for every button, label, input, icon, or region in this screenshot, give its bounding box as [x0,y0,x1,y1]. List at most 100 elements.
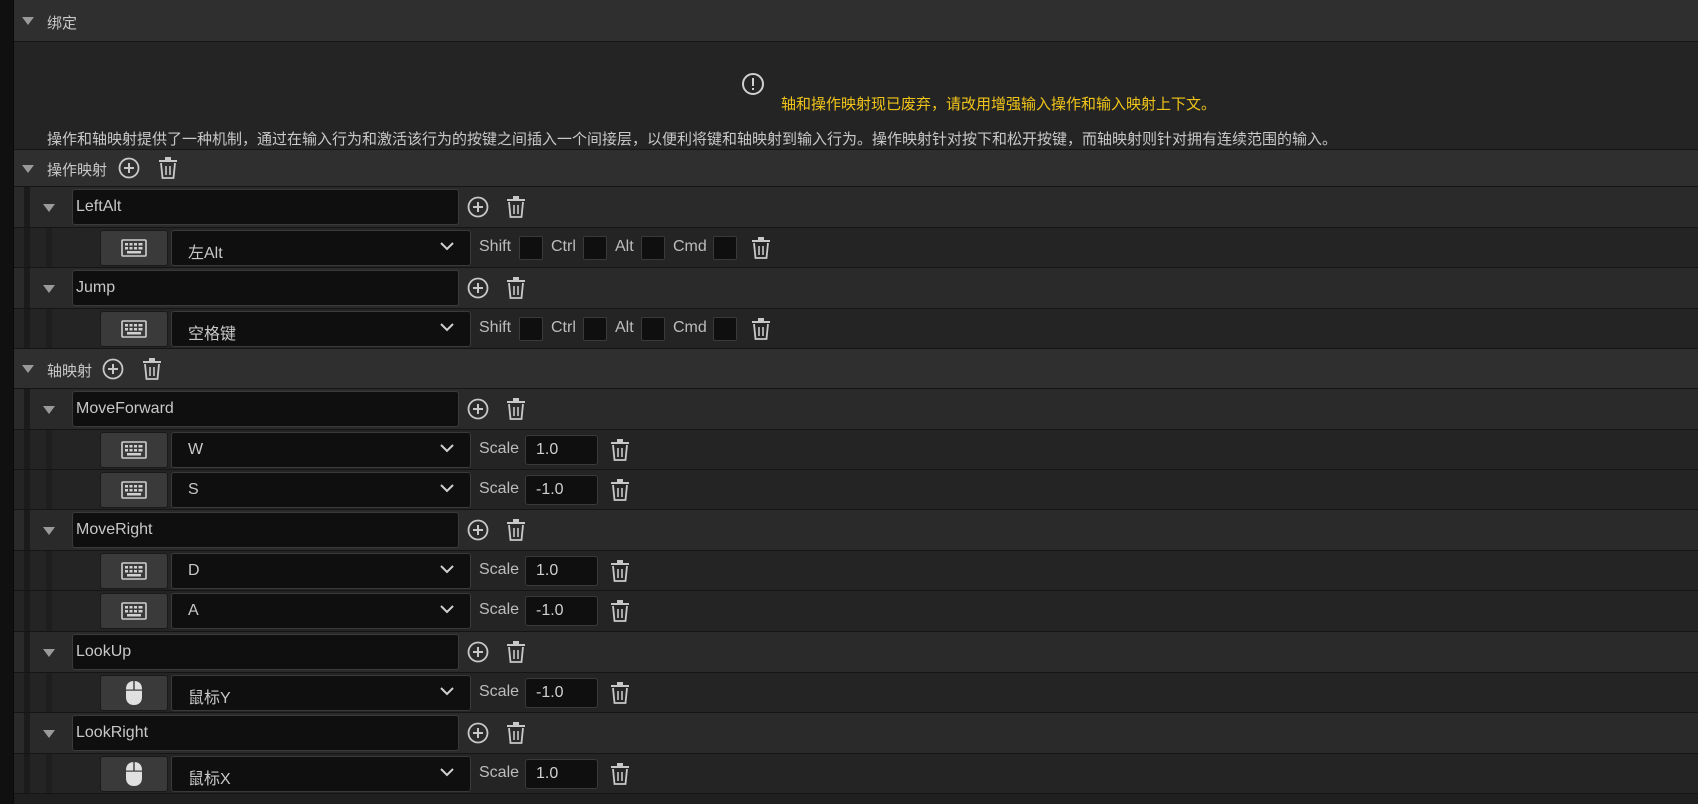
collapse-arrow-icon[interactable] [43,406,55,414]
collapse-arrow-icon[interactable] [43,527,55,535]
key-capture-button[interactable] [100,553,168,589]
key-select-value: 鼠标X [188,771,231,788]
shift-checkbox[interactable] [519,317,543,341]
scale-label: Scale [479,764,520,781]
axis-mappings-header[interactable]: 轴映射 [14,349,1698,389]
ctrl-checkbox[interactable] [583,317,607,341]
key-select-dropdown[interactable]: D [171,553,471,589]
axis-mapping-row: MoveRight [14,510,1698,551]
cmd-checkbox[interactable] [713,317,737,341]
mouse-icon [126,762,142,786]
keyboard-icon [121,602,147,620]
key-capture-button[interactable] [100,230,168,266]
plus-circle-icon [467,641,489,663]
indent-guide [24,632,30,672]
delete-mapping-button[interactable] [503,720,529,746]
plus-circle-icon [467,722,489,744]
delete-key-button[interactable] [607,761,633,787]
delete-key-button[interactable] [607,598,633,624]
collapse-arrow-icon[interactable] [43,285,55,293]
chevron-down-icon [440,444,454,453]
delete-key-button[interactable] [607,558,633,584]
ctrl-checkbox[interactable] [583,236,607,260]
action-name-field[interactable]: LeftAlt [72,189,459,225]
key-select-dropdown[interactable]: W [171,432,471,468]
scale-label: Scale [479,683,520,700]
key-capture-button[interactable] [100,756,168,792]
action-name-field[interactable]: Jump [72,270,459,306]
delete-all-action-mappings-button[interactable] [155,155,181,181]
key-select-dropdown[interactable]: S [171,472,471,508]
indent-guide [24,551,30,590]
alt-checkbox[interactable] [641,236,665,260]
collapse-arrow-icon[interactable] [43,204,55,212]
action-mappings-title: 操作映射 [47,162,108,179]
collapse-arrow-icon[interactable] [43,649,55,657]
delete-mapping-button[interactable] [503,396,529,422]
delete-key-button[interactable] [748,316,774,342]
key-select-dropdown[interactable]: 左Alt [171,230,471,266]
add-key-button[interactable] [465,396,491,422]
indent-guide [24,591,30,631]
delete-key-button[interactable] [748,235,774,261]
action-key-row: 空格键 Shift Ctrl Alt Cmd [14,309,1698,349]
scale-input[interactable]: -1.0 [525,596,598,626]
scale-input[interactable]: 1.0 [525,556,598,586]
add-axis-mapping-button[interactable] [100,356,126,382]
delete-mapping-button[interactable] [503,639,529,665]
plus-circle-icon [467,398,489,420]
delete-mapping-button[interactable] [503,194,529,220]
axis-mappings-title: 轴映射 [47,363,93,380]
scale-input[interactable]: 1.0 [525,435,598,465]
delete-key-button[interactable] [607,437,633,463]
key-select-dropdown[interactable]: 鼠标Y [171,675,471,711]
collapse-arrow-icon[interactable] [43,730,55,738]
add-key-button[interactable] [465,720,491,746]
left-gutter [0,0,14,804]
delete-mapping-button[interactable] [503,275,529,301]
axis-name-field[interactable]: LookRight [72,715,459,751]
key-select-dropdown[interactable]: A [171,593,471,629]
axis-name-field[interactable]: LookUp [72,634,459,670]
key-capture-button[interactable] [100,432,168,468]
collapse-arrow-icon[interactable] [22,165,34,173]
plus-circle-icon [467,519,489,541]
add-key-button[interactable] [465,194,491,220]
key-select-dropdown[interactable]: 空格键 [171,311,471,347]
modifier-label-cmd: Cmd [673,319,707,336]
key-capture-button[interactable] [100,472,168,508]
scale-input[interactable]: -1.0 [525,475,598,505]
trash-icon [507,277,525,299]
indent-guide [46,470,52,509]
delete-key-button[interactable] [607,477,633,503]
key-capture-button[interactable] [100,311,168,347]
indent-guide [24,470,30,509]
key-select-value: S [188,481,199,498]
trash-icon [507,641,525,663]
key-select-dropdown[interactable]: 鼠标X [171,756,471,792]
delete-key-button[interactable] [607,680,633,706]
add-action-mapping-button[interactable] [116,155,142,181]
bindings-category-header[interactable]: 绑定 [14,0,1698,42]
shift-checkbox[interactable] [519,236,543,260]
modifier-label-cmd: Cmd [673,238,707,255]
collapse-arrow-icon[interactable] [22,365,34,373]
add-key-button[interactable] [465,517,491,543]
add-key-button[interactable] [465,275,491,301]
delete-all-axis-mappings-button[interactable] [139,356,165,382]
key-capture-button[interactable] [100,675,168,711]
add-key-button[interactable] [465,639,491,665]
bindings-title: 绑定 [47,15,78,32]
scale-input[interactable]: 1.0 [525,759,598,789]
cmd-checkbox[interactable] [713,236,737,260]
delete-mapping-button[interactable] [503,517,529,543]
action-mappings-header[interactable]: 操作映射 [14,150,1698,187]
axis-name-field[interactable]: MoveRight [72,512,459,548]
indent-guide [46,754,52,793]
axis-name-field[interactable]: MoveForward [72,391,459,427]
scale-input[interactable]: -1.0 [525,678,598,708]
collapse-arrow-icon[interactable] [22,17,34,25]
key-capture-button[interactable] [100,593,168,629]
alt-checkbox[interactable] [641,317,665,341]
keyboard-icon [121,239,147,257]
